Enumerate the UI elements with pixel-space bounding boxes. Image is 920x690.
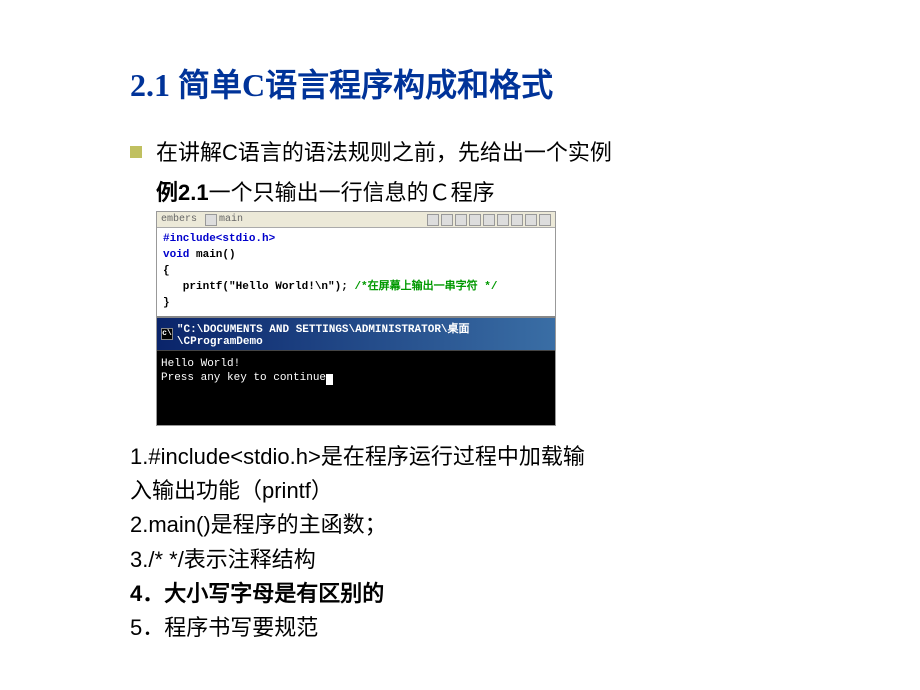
console-window: c\ "C:\DOCUMENTS AND SETTINGS\ADMINISTRA… bbox=[157, 316, 555, 426]
bullet-icon bbox=[130, 146, 142, 158]
example-caption: 例2.1一个只输出一行信息的Ｃ程序 bbox=[156, 175, 820, 207]
console-output: Hello World! Press any key to continue bbox=[157, 350, 555, 426]
console-prompt: Press any key to continue bbox=[161, 372, 326, 384]
intro-text: 在讲解C语言的语法规则之前，先给出一个实例 bbox=[156, 136, 612, 169]
code-line: } bbox=[163, 296, 549, 312]
tool-icon bbox=[427, 214, 439, 226]
note-1b: 入输出功能（printf） bbox=[130, 474, 820, 508]
main-signature: main() bbox=[189, 249, 235, 261]
example-desc: 一个只输出一行信息的Ｃ程序 bbox=[209, 180, 495, 205]
note-1a: 1.#include<stdio.h>是在程序运行过程中加载输 bbox=[130, 440, 820, 474]
intro-row: 在讲解C语言的语法规则之前，先给出一个实例 bbox=[130, 136, 820, 169]
ide-tab-right: main bbox=[219, 214, 243, 225]
console-line: Press any key to continue bbox=[161, 371, 551, 385]
code-editor: #include<stdio.h> void main() { printf("… bbox=[157, 228, 555, 316]
ide-toolbar: embers main bbox=[157, 212, 555, 228]
code-line: #include<stdio.h> bbox=[163, 232, 549, 248]
tool-icon bbox=[525, 214, 537, 226]
ide-window: embers main #include<stdio.h> void main(… bbox=[156, 211, 556, 426]
code-comment: /*在屏幕上输出一串字符 */ bbox=[354, 281, 497, 293]
example-label: 例2.1 bbox=[156, 180, 209, 205]
tool-icon bbox=[469, 214, 481, 226]
ide-tab-left: embers bbox=[161, 214, 197, 225]
code-line: printf("Hello World!\n"); /*在屏幕上输出一串字符 *… bbox=[163, 280, 549, 296]
tool-icon bbox=[483, 214, 495, 226]
cmd-icon: c\ bbox=[161, 328, 173, 340]
tool-icon bbox=[455, 214, 467, 226]
note-2: 2.main()是程序的主函数； bbox=[130, 508, 820, 542]
printf-call: printf("Hello World!\n"); bbox=[163, 281, 354, 293]
separator-icon bbox=[205, 214, 217, 226]
console-titlebar: c\ "C:\DOCUMENTS AND SETTINGS\ADMINISTRA… bbox=[157, 318, 555, 350]
void-keyword: void bbox=[163, 249, 189, 261]
code-line: void main() bbox=[163, 248, 549, 264]
tool-icon bbox=[511, 214, 523, 226]
tool-icon bbox=[441, 214, 453, 226]
console-title-text: "C:\DOCUMENTS AND SETTINGS\ADMINISTRATOR… bbox=[177, 320, 551, 348]
section-title: 2.1 简单C语言程序构成和格式 bbox=[130, 60, 820, 106]
note-5: 5．程序书写要规范 bbox=[130, 611, 820, 645]
code-line: { bbox=[163, 264, 549, 280]
slide-content: 2.1 简单C语言程序构成和格式 在讲解C语言的语法规则之前，先给出一个实例 例… bbox=[0, 0, 920, 675]
tool-icon bbox=[497, 214, 509, 226]
tool-icon bbox=[539, 214, 551, 226]
note-4: 4．大小写字母是有区别的 bbox=[130, 577, 820, 611]
cursor-icon bbox=[326, 374, 333, 385]
console-line: Hello World! bbox=[161, 357, 551, 371]
include-directive: #include<stdio.h> bbox=[163, 233, 275, 245]
explanation-notes: 1.#include<stdio.h>是在程序运行过程中加载输 入输出功能（pr… bbox=[130, 440, 820, 645]
note-3: 3./* */表示注释结构 bbox=[130, 543, 820, 577]
